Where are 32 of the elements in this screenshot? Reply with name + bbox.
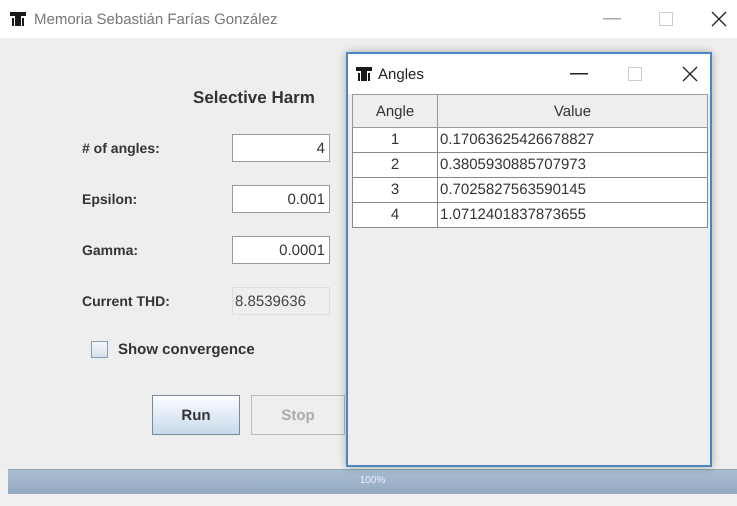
- close-icon[interactable]: [711, 11, 727, 27]
- table-cell: 2: [352, 152, 438, 178]
- field-label: Current THD:: [82, 293, 171, 309]
- table-cell: 0.3805930885707973: [438, 152, 708, 178]
- column-header[interactable]: Value: [438, 94, 708, 128]
- run-button[interactable]: Run: [152, 395, 240, 435]
- window-logo-icon: [356, 67, 372, 81]
- minimize-icon[interactable]: [570, 73, 588, 75]
- close-icon[interactable]: [682, 66, 698, 82]
- input-field[interactable]: 4: [232, 134, 330, 162]
- heading: Selective Harm: [193, 88, 315, 108]
- maximize-icon[interactable]: [659, 12, 673, 26]
- table-cell: 0.7025827563590145: [438, 178, 708, 202]
- input-field[interactable]: 0.0001: [232, 236, 330, 264]
- window-title: Memoria Sebastián Farías González: [34, 10, 278, 28]
- window-title: Angles: [378, 66, 425, 82]
- progress-reading: 100%: [360, 475, 386, 486]
- column-header[interactable]: Angle: [352, 94, 438, 128]
- table-cell: 0.17063625426678827: [438, 128, 708, 152]
- input-field[interactable]: 0.001: [232, 185, 330, 213]
- checkbox[interactable]: [91, 341, 108, 358]
- checkbox-label: Show convergence: [118, 341, 255, 358]
- field-label: Gamma:: [82, 242, 140, 258]
- app-logo-icon: [10, 12, 26, 26]
- table-cell: 4: [352, 202, 438, 228]
- field-label: # of angles:: [82, 140, 161, 156]
- field-label: Epsilon:: [82, 191, 138, 207]
- maximize-icon[interactable]: [628, 67, 642, 81]
- table-cell: 1: [352, 128, 438, 152]
- table-cell: 3: [352, 178, 438, 202]
- table-cell: 1.0712401837873655: [438, 202, 708, 228]
- readonly-field[interactable]: 8.8539636: [232, 287, 330, 315]
